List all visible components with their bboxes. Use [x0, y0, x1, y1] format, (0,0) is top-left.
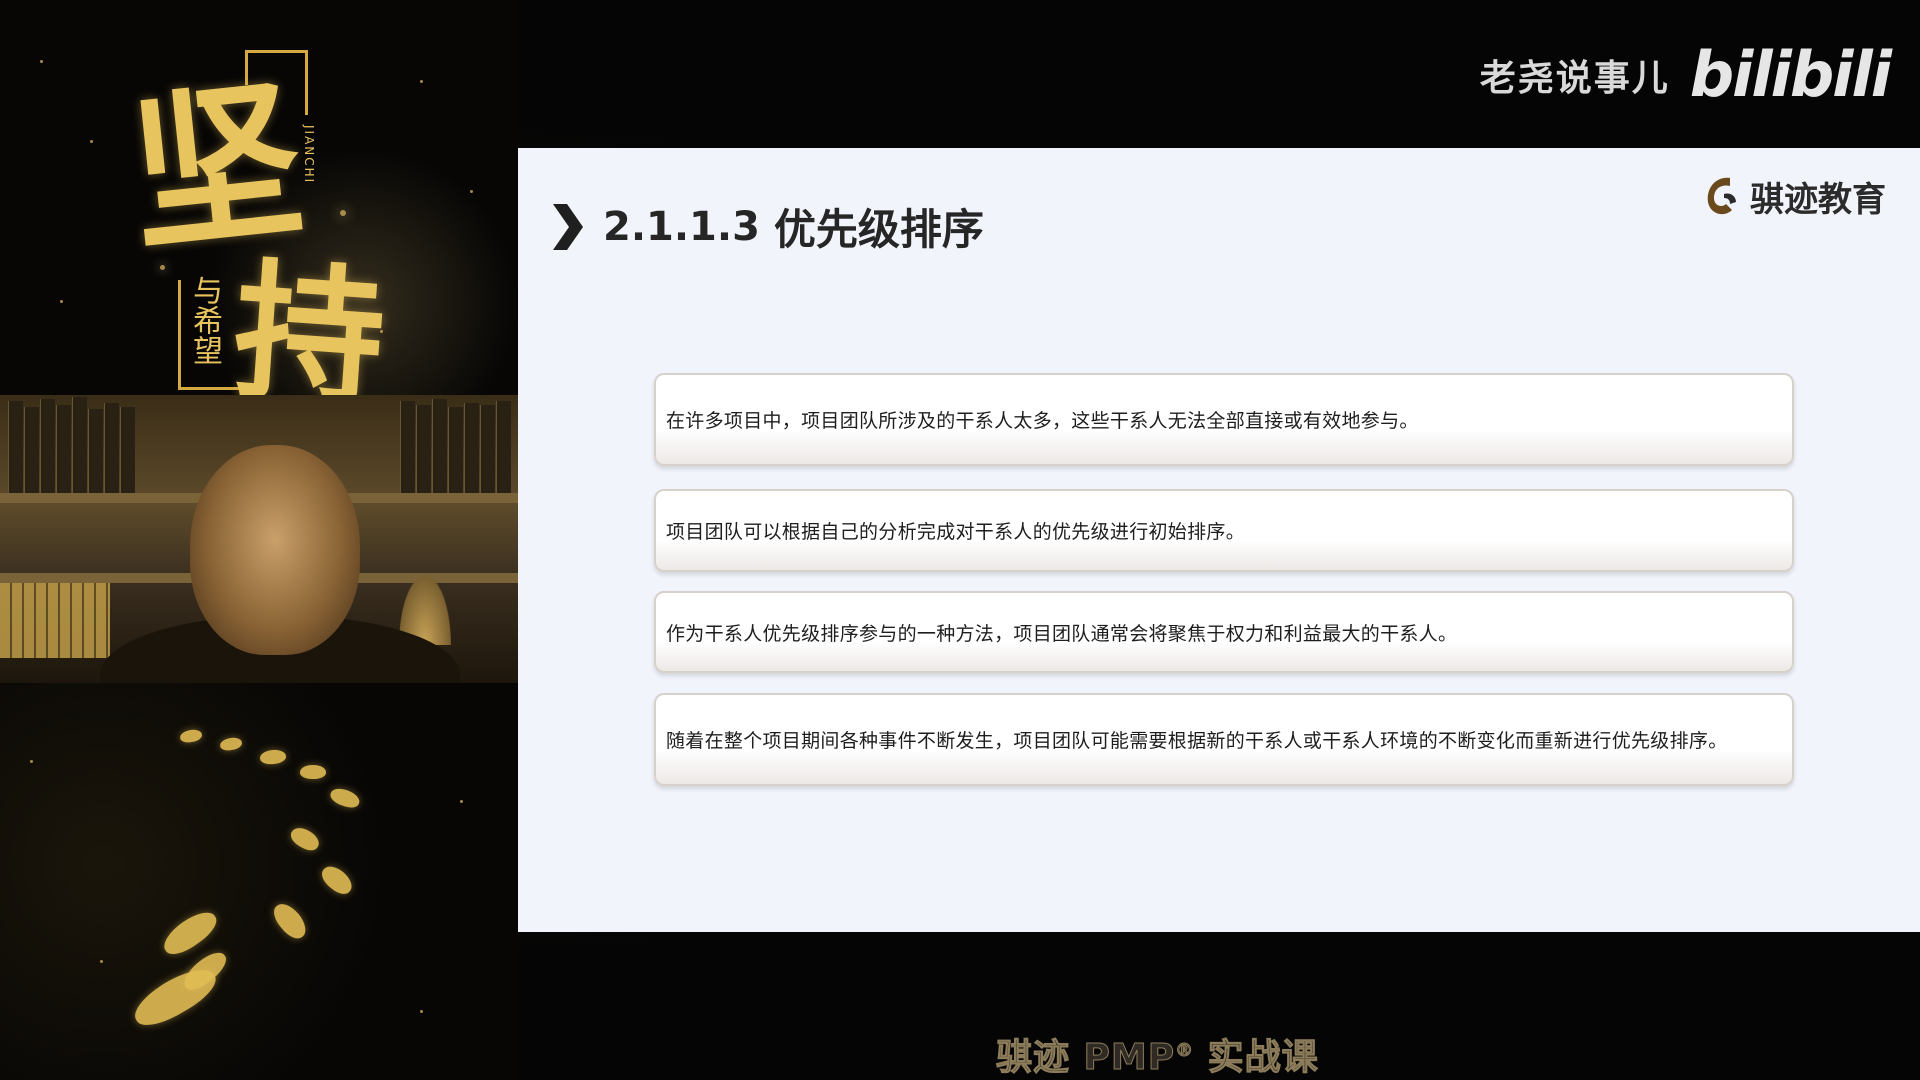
slide-title: 优先级排序	[773, 205, 984, 254]
footprints-decoration	[120, 720, 400, 1050]
org-name: 骐迹教育	[1750, 179, 1886, 220]
org-logo-icon	[1707, 177, 1736, 215]
channel-name: 老尧说事儿	[1479, 57, 1670, 99]
presentation-slide: 2.1.1.3 优先级排序 骐迹教育 在许多项目中，项目团队所涉及的干系人太多，…	[518, 148, 1920, 932]
poster-panel: 坚 持 与希望 JIANCHI	[0, 0, 518, 1080]
bullet-point-text: 随着在整个项目期间各种事件不断发生，项目团队可能需要根据新的干系人或干系人环境的…	[666, 730, 1728, 752]
poster-subtitle: 与希望	[187, 275, 222, 365]
course-title: 骐迹 PMP® 实战课	[995, 1028, 1319, 1080]
presenter-head	[190, 445, 360, 655]
bullet-point-box: 项目团队可以根据自己的分析完成对干系人的优先级进行初始排序。	[654, 489, 1794, 572]
chevron-right-icon	[553, 203, 583, 250]
bullet-point-text: 在许多项目中，项目团队所涉及的干系人太多，这些干系人无法全部直接或有效地参与。	[666, 410, 1419, 432]
channel-watermark: 老尧说事儿 bilibili	[1479, 38, 1892, 111]
section-number: 2.1.1.3	[603, 203, 760, 250]
bullet-point-text: 项目团队可以根据自己的分析完成对干系人的优先级进行初始排序。	[666, 521, 1246, 543]
bullet-point-box: 在许多项目中，项目团队所涉及的干系人太多，这些干系人无法全部直接或有效地参与。	[654, 373, 1794, 466]
course-title-suffix: 实战课	[1194, 1037, 1319, 1079]
bullet-point-box: 作为干系人优先级排序参与的一种方法，项目团队通常会将聚焦于权力和利益最大的干系人…	[654, 591, 1794, 673]
org-brand: 骐迹教育	[1700, 170, 1886, 222]
course-title-prefix: 骐迹 PMP	[995, 1037, 1176, 1079]
poster-title: 坚 持 与希望 JIANCHI	[122, 30, 400, 429]
presenter-webcam	[0, 395, 518, 683]
video-frame: 坚 持 与希望 JIANCHI 老尧说事儿 bilibili 2.1.1.3 优…	[0, 0, 1920, 1080]
bullet-point-text: 作为干系人优先级排序参与的一种方法，项目团队通常会将聚焦于权力和利益最大的干系人…	[666, 622, 1458, 645]
bilibili-logo: bilibili	[1689, 38, 1892, 111]
poster-pinyin: JIANCHI	[302, 125, 316, 185]
bullet-point-box: 随着在整个项目期间各种事件不断发生，项目团队可能需要根据新的干系人或干系人环境的…	[654, 693, 1794, 786]
registered-mark: ®	[1175, 1040, 1195, 1062]
slide-header: 2.1.1.3 优先级排序	[553, 196, 984, 257]
